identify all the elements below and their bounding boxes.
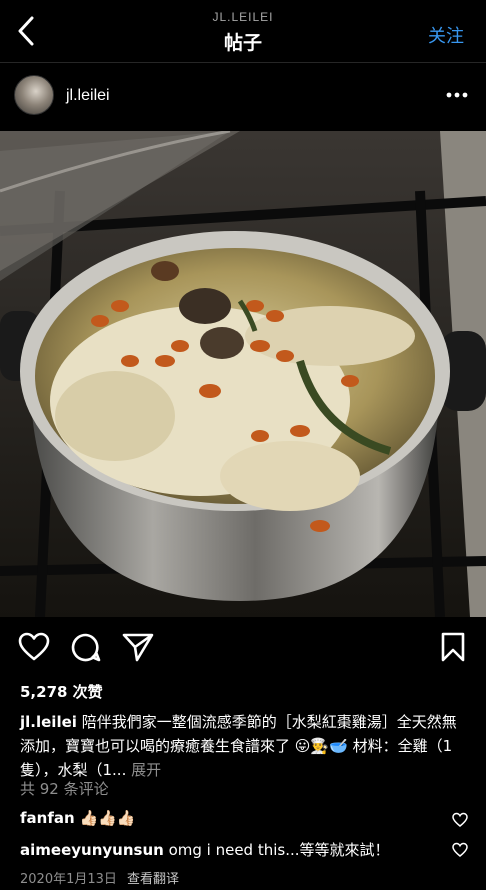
comment-item: fanfan 👍🏻👍🏻👍🏻 (20, 809, 440, 827)
comment-text: 👍🏻👍🏻👍🏻 (79, 809, 136, 827)
comment-username[interactable]: aimeeyunyunsun (20, 841, 164, 859)
likes-count[interactable]: 5,278 次赞 (20, 681, 103, 702)
post-photo[interactable] (0, 131, 486, 617)
follow-button[interactable]: 关注 (428, 22, 464, 48)
caption-emojis: 😛👨‍🍳🥣 (294, 737, 348, 755)
expand-caption-link[interactable]: 展开 (131, 761, 161, 779)
comment-username[interactable]: fanfan (20, 809, 75, 827)
author-username[interactable]: jl.leilei (66, 87, 110, 105)
comment-like-heart-icon[interactable] (452, 842, 468, 858)
top-bar: JL.LEILEI 帖子 关注 (0, 0, 486, 62)
view-all-comments-link[interactable]: 共 92 条评论 (20, 778, 109, 799)
heart-icon[interactable] (18, 632, 50, 666)
share-icon[interactable] (122, 632, 154, 666)
more-horizontal-icon[interactable] (444, 85, 470, 105)
post-date-row: 2020年1月13日 查看翻译 (20, 868, 179, 887)
caption-username[interactable]: jl.leilei (20, 713, 77, 731)
post-author-row: jl.leilei (0, 63, 486, 131)
bookmark-icon[interactable] (440, 632, 466, 666)
translate-link[interactable]: 查看翻译 (127, 872, 179, 887)
account-handle: JL.LEILEI (212, 10, 274, 24)
comment-icon[interactable] (70, 632, 102, 666)
post-caption: jl.leilei 陪伴我們家一整個流感季節的［水梨紅棗雞湯］全天然無添加，寶寶… (20, 710, 470, 782)
post-date: 2020年1月13日 (20, 872, 117, 887)
post-actions (0, 628, 486, 672)
page-title: 帖子 (223, 32, 262, 54)
avatar[interactable] (14, 75, 54, 115)
comment-text: omg i need this...等等就來試！ (168, 841, 390, 859)
comment-like-heart-icon[interactable] (452, 812, 468, 828)
comment-item: aimeeyunyunsun omg i need this...等等就來試！ (20, 839, 440, 860)
